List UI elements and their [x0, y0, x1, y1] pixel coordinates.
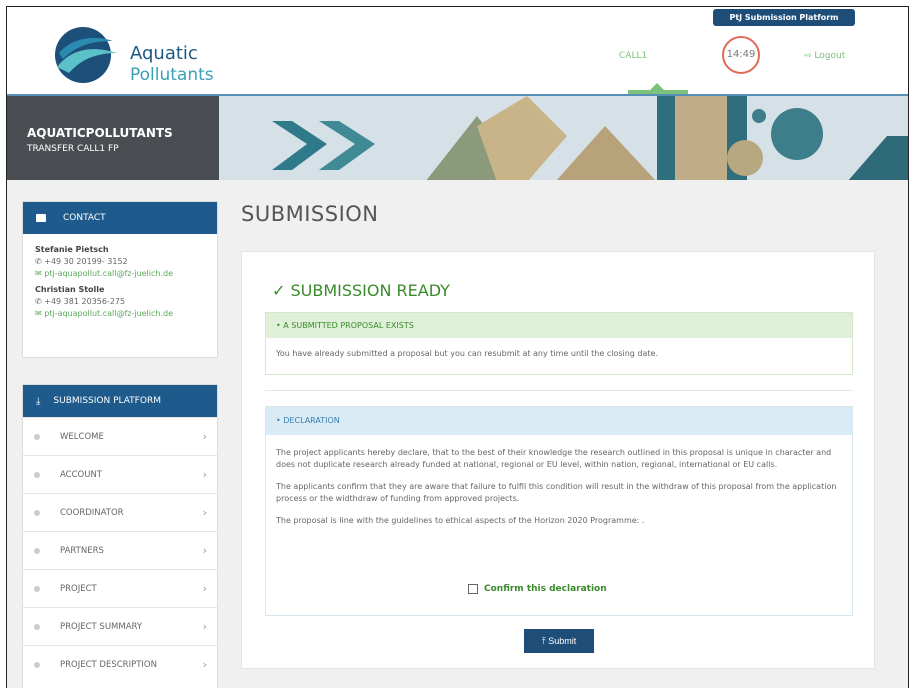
logout-label: Logout [814, 51, 846, 61]
contact-phone-value: +49 381 20356-275 [44, 297, 126, 306]
sidebar-item-label: ACCOUNT [60, 469, 102, 480]
chevron-right-icon: › [202, 582, 207, 595]
phone-icon: ✆ [35, 297, 42, 306]
proposal-exists-text: You have already submitted a proposal bu… [276, 349, 659, 358]
submit-label: Submit [548, 636, 577, 646]
declaration-heading: DECLARATION [283, 416, 340, 425]
app-frame: Aquatic Pollutants PtJ Submission Platfo… [6, 6, 909, 688]
chevron-right-icon: › [202, 468, 207, 481]
confirm-declaration-checkbox[interactable]: Confirm this declaration [468, 584, 607, 594]
contact-phone-value: +49 30 20199- 3152 [44, 257, 128, 266]
logout-link[interactable]: ⇨ Logout [804, 51, 845, 61]
banner: AQUATICPOLLUTANTS TRANSFER CALL1 FP [7, 94, 908, 180]
sidebar-item-coordinator[interactable]: COORDINATOR › [23, 493, 217, 531]
declaration-paragraph: The applicants confirm that they are awa… [276, 482, 837, 503]
chevron-right-icon: › [202, 658, 207, 671]
nav-call1-link[interactable]: CALL1 [619, 51, 647, 61]
status-dot-icon [34, 433, 40, 440]
contact-name: Christian Stolle [35, 285, 105, 294]
chevron-right-icon: › [202, 430, 207, 443]
sidebar-item-label: WELCOME [60, 431, 104, 442]
chevron-right-icon: › [202, 506, 207, 519]
proposal-exists-header: • A SUBMITTED PROPOSAL EXISTS [266, 313, 852, 338]
status-dot-icon [34, 547, 40, 554]
sidebar-item-label: COORDINATOR [60, 507, 124, 518]
download-icon: ⤓ [36, 395, 41, 407]
contact-email-value: ptj-aquapollut.call@fz-juelich.de [44, 269, 174, 278]
sidebar-item-label: PROJECT [60, 583, 97, 594]
contact-phone: ✆ +49 381 20356-275 [35, 296, 205, 308]
project-subtitle: TRANSFER CALL1 FP [27, 144, 119, 154]
divider [265, 390, 853, 391]
contact-email[interactable]: ✉ ptj-aquapollut.call@fz-juelich.de [35, 268, 205, 280]
sidebar-item-label: PROJECT SUMMARY [60, 621, 143, 632]
status-dot-icon [34, 471, 40, 478]
declaration-body: The project applicants hereby declare, t… [266, 435, 852, 537]
submission-card: ✓ SUBMISSION READY • A SUBMITTED PROPOSA… [241, 251, 875, 669]
contact-list: Stefanie Pietsch ✆ +49 30 20199- 3152 ✉ … [23, 234, 217, 330]
declaration-paragraph: The project applicants hereby declare, t… [276, 448, 832, 469]
phone-icon: ✆ [35, 257, 42, 266]
sidebar-item-project-description[interactable]: PROJECT DESCRIPTION › [23, 645, 217, 683]
logo-icon [55, 27, 117, 83]
sidebar-item-account[interactable]: ACCOUNT › [23, 455, 217, 493]
status-dot-icon [34, 585, 40, 592]
status-dot-icon [34, 661, 40, 668]
sidebar-item-project-summary[interactable]: PROJECT SUMMARY › [23, 607, 217, 645]
upload-icon: ⤒ [541, 636, 546, 646]
menu-header: ⤓ SUBMISSION PLATFORM [23, 385, 217, 417]
banner-project-panel: AQUATICPOLLUTANTS TRANSFER CALL1 FP [7, 96, 219, 180]
sidebar-item-project[interactable]: PROJECT › [23, 569, 217, 607]
session-timer: 14:49 [722, 36, 760, 74]
sidebar-item-label: PARTNERS [60, 545, 104, 556]
proposal-exists-box: • A SUBMITTED PROPOSAL EXISTS You have a… [265, 312, 853, 375]
logout-icon: ⇨ [804, 51, 812, 61]
header: Aquatic Pollutants PtJ Submission Platfo… [7, 7, 908, 94]
project-title: AQUATICPOLLUTANTS [27, 126, 173, 140]
sidebar-item-label: PROJECT DESCRIPTION [60, 659, 157, 670]
mail-icon: ✉ [35, 269, 42, 278]
chevron-right-icon: › [202, 620, 207, 633]
ready-title: SUBMISSION READY [290, 281, 450, 300]
check-icon: ✓ [272, 281, 286, 300]
status-dot-icon [34, 509, 40, 516]
sidebar-item-welcome[interactable]: WELCOME › [23, 417, 217, 455]
declaration-paragraph: The proposal is line with the guidelines… [276, 516, 645, 525]
confirm-label: Confirm this declaration [484, 584, 607, 594]
submission-ready-heading: ✓ SUBMISSION READY [272, 281, 450, 300]
nav-active-arrow [650, 83, 664, 90]
contact-email[interactable]: ✉ ptj-aquapollut.call@fz-juelich.de [35, 308, 205, 320]
contact-email-value: ptj-aquapollut.call@fz-juelich.de [44, 309, 174, 318]
contact-heading: CONTACT [63, 213, 106, 223]
submission-menu-panel: ⤓ SUBMISSION PLATFORM WELCOME › ACCOUNT › … [22, 384, 218, 688]
sidebar-item-partners[interactable]: PARTNERS › [23, 531, 217, 569]
declaration-header: • DECLARATION [266, 407, 852, 435]
contact-phone: ✆ +49 30 20199- 3152 [35, 256, 205, 268]
logo-text-aquatic: Aquatic [130, 43, 198, 64]
contact-name: Stefanie Pietsch [35, 245, 109, 254]
checkbox-icon[interactable] [468, 584, 478, 594]
logo-text-pollutants: Pollutants [130, 65, 214, 85]
chevron-right-icon: › [202, 544, 207, 557]
chat-icon [36, 214, 46, 222]
submit-button[interactable]: ⤒ Submit [524, 629, 594, 653]
proposal-exists-heading: A SUBMITTED PROPOSAL EXISTS [283, 321, 414, 330]
platform-tag: PtJ Submission Platform [713, 9, 855, 26]
mail-icon: ✉ [35, 309, 42, 318]
contact-header: CONTACT [23, 202, 217, 234]
status-dot-icon [34, 623, 40, 630]
aquatic-pollutants-logo[interactable]: Aquatic Pollutants [47, 23, 214, 87]
menu-heading: SUBMISSION PLATFORM [53, 396, 161, 406]
contact-panel: CONTACT Stefanie Pietsch ✆ +49 30 20199-… [22, 201, 218, 358]
page-title: SUBMISSION [241, 202, 379, 226]
